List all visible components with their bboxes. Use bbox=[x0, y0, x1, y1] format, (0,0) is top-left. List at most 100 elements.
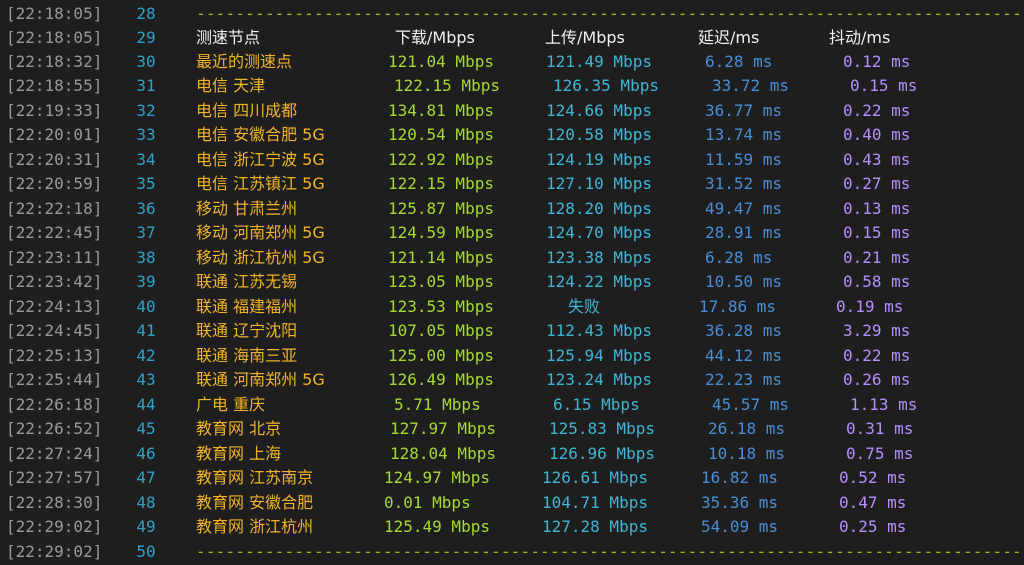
node-name: 广电 重庆 bbox=[196, 395, 266, 414]
upload-speed: 112.43 Mbps bbox=[546, 321, 652, 340]
timestamp: [22:26:52] bbox=[6, 419, 103, 438]
timestamp: [22:18:55] bbox=[6, 76, 103, 95]
download-speed: 120.54 Mbps bbox=[388, 125, 494, 144]
latency: 26.18 ms bbox=[708, 419, 786, 438]
line-number: 28 bbox=[136, 4, 156, 23]
latency: 28.91 ms bbox=[705, 223, 783, 242]
jitter: 0.15 ms bbox=[850, 76, 918, 95]
timestamp: [22:25:13] bbox=[6, 346, 103, 365]
jitter: 0.31 ms bbox=[846, 419, 914, 438]
upload-speed: 126.35 Mbps bbox=[553, 76, 659, 95]
upload-speed: 120.58 Mbps bbox=[546, 125, 652, 144]
line-number: 45 bbox=[136, 419, 156, 438]
line-number: 49 bbox=[136, 517, 156, 536]
timestamp: [22:19:33] bbox=[6, 101, 103, 120]
upload-speed: 124.66 Mbps bbox=[546, 101, 652, 120]
timestamp: [22:18:05] bbox=[6, 4, 103, 23]
upload-speed: 6.15 Mbps bbox=[553, 395, 640, 414]
result-row: [22:29:02] 49 教育网 浙江杭州 125.49 Mbps 127.2… bbox=[0, 515, 1024, 539]
terminal-line-header: [22:18:05] 29 测速节点 下载/Mbps 上传/Mbps 延迟/ms… bbox=[0, 26, 1024, 50]
terminal-line-separator-bottom: [22:29:02] 50 --------------------------… bbox=[0, 540, 1024, 564]
header-latency: 延迟/ms bbox=[698, 28, 760, 47]
download-speed: 123.05 Mbps bbox=[388, 272, 494, 291]
line-number: 43 bbox=[136, 370, 156, 389]
timestamp: [22:27:57] bbox=[6, 468, 103, 487]
result-row: [22:23:11] 38 移动 浙江杭州 5G 121.14 Mbps 123… bbox=[0, 246, 1024, 270]
result-row: [22:20:31] 34 电信 浙江宁波 5G 122.92 Mbps 124… bbox=[0, 148, 1024, 172]
result-row: [22:18:32] 30 最近的测速点 121.04 Mbps 121.49 … bbox=[0, 50, 1024, 74]
download-speed: 127.97 Mbps bbox=[390, 419, 496, 438]
upload-speed: 126.61 Mbps bbox=[542, 468, 648, 487]
latency: 36.28 ms bbox=[705, 321, 783, 340]
line-number: 47 bbox=[136, 468, 156, 487]
result-row: [22:24:13] 40 联通 福建福州 123.53 Mbps 失败 17.… bbox=[0, 295, 1024, 319]
node-name: 联通 江苏无锡 bbox=[196, 272, 298, 291]
header-jitter: 抖动/ms bbox=[829, 28, 891, 47]
node-name: 移动 河南郑州 5G bbox=[196, 223, 325, 242]
jitter: 0.25 ms bbox=[839, 517, 907, 536]
upload-speed: 121.49 Mbps bbox=[546, 52, 652, 71]
result-row: [22:23:42] 39 联通 江苏无锡 123.05 Mbps 124.22… bbox=[0, 270, 1024, 294]
latency: 35.36 ms bbox=[701, 493, 779, 512]
jitter: 0.58 ms bbox=[843, 272, 911, 291]
terminal-line-separator-top: [22:18:05] 28 --------------------------… bbox=[0, 2, 1024, 26]
line-number: 46 bbox=[136, 444, 156, 463]
latency: 6.28 ms bbox=[705, 248, 773, 267]
terminal-window[interactable]: [22:18:05] 28 --------------------------… bbox=[0, 0, 1024, 565]
jitter: 0.22 ms bbox=[843, 346, 911, 365]
download-speed: 128.04 Mbps bbox=[390, 444, 496, 463]
timestamp: [22:18:32] bbox=[6, 52, 103, 71]
jitter: 0.75 ms bbox=[846, 444, 914, 463]
line-number: 44 bbox=[136, 395, 156, 414]
download-speed: 125.00 Mbps bbox=[388, 346, 494, 365]
line-number: 34 bbox=[136, 150, 156, 169]
result-row: [22:25:13] 42 联通 海南三亚 125.00 Mbps 125.94… bbox=[0, 344, 1024, 368]
timestamp: [22:20:31] bbox=[6, 150, 103, 169]
upload-speed: 125.83 Mbps bbox=[549, 419, 655, 438]
header-download: 下载/Mbps bbox=[395, 28, 475, 47]
download-speed: 124.59 Mbps bbox=[388, 223, 494, 242]
latency: 54.09 ms bbox=[701, 517, 779, 536]
line-number: 32 bbox=[136, 101, 156, 120]
download-speed: 125.87 Mbps bbox=[388, 199, 494, 218]
node-name: 电信 天津 bbox=[196, 76, 266, 95]
download-speed: 5.71 Mbps bbox=[394, 395, 481, 414]
upload-speed: 127.28 Mbps bbox=[542, 517, 648, 536]
jitter: 0.27 ms bbox=[843, 174, 911, 193]
jitter: 0.40 ms bbox=[843, 125, 911, 144]
node-name: 教育网 江苏南京 bbox=[196, 468, 314, 487]
latency: 33.72 ms bbox=[712, 76, 790, 95]
line-number: 35 bbox=[136, 174, 156, 193]
node-name: 教育网 上海 bbox=[196, 444, 282, 463]
timestamp: [22:22:45] bbox=[6, 223, 103, 242]
timestamp: [22:18:05] bbox=[6, 28, 103, 47]
node-name: 电信 安徽合肥 5G bbox=[196, 125, 325, 144]
latency: 44.12 ms bbox=[705, 346, 783, 365]
latency: 11.59 ms bbox=[705, 150, 783, 169]
upload-speed: 124.22 Mbps bbox=[546, 272, 652, 291]
download-speed: 125.49 Mbps bbox=[384, 517, 490, 536]
line-number: 48 bbox=[136, 493, 156, 512]
latency: 10.18 ms bbox=[708, 444, 786, 463]
upload-speed: 124.19 Mbps bbox=[546, 150, 652, 169]
timestamp: [22:20:01] bbox=[6, 125, 103, 144]
latency: 45.57 ms bbox=[712, 395, 790, 414]
result-row: [22:18:55] 31 电信 天津 122.15 Mbps 126.35 M… bbox=[0, 74, 1024, 98]
node-name: 电信 四川成都 bbox=[196, 101, 298, 120]
node-name: 教育网 浙江杭州 bbox=[196, 517, 314, 536]
line-number: 39 bbox=[136, 272, 156, 291]
line-number: 40 bbox=[136, 297, 156, 316]
timestamp: [22:25:44] bbox=[6, 370, 103, 389]
jitter: 1.13 ms bbox=[850, 395, 918, 414]
timestamp: [22:26:18] bbox=[6, 395, 103, 414]
download-speed: 121.14 Mbps bbox=[388, 248, 494, 267]
timestamp: [22:28:30] bbox=[6, 493, 103, 512]
timestamp: [22:20:59] bbox=[6, 174, 103, 193]
upload-speed: 125.94 Mbps bbox=[546, 346, 652, 365]
result-row: [22:20:01] 33 电信 安徽合肥 5G 120.54 Mbps 120… bbox=[0, 123, 1024, 147]
timestamp: [22:24:13] bbox=[6, 297, 103, 316]
separator-line: ----------------------------------------… bbox=[196, 542, 1024, 561]
jitter: 0.43 ms bbox=[843, 150, 911, 169]
node-name: 移动 甘肃兰州 bbox=[196, 199, 298, 218]
result-row: [22:22:18] 36 移动 甘肃兰州 125.87 Mbps 128.20… bbox=[0, 197, 1024, 221]
